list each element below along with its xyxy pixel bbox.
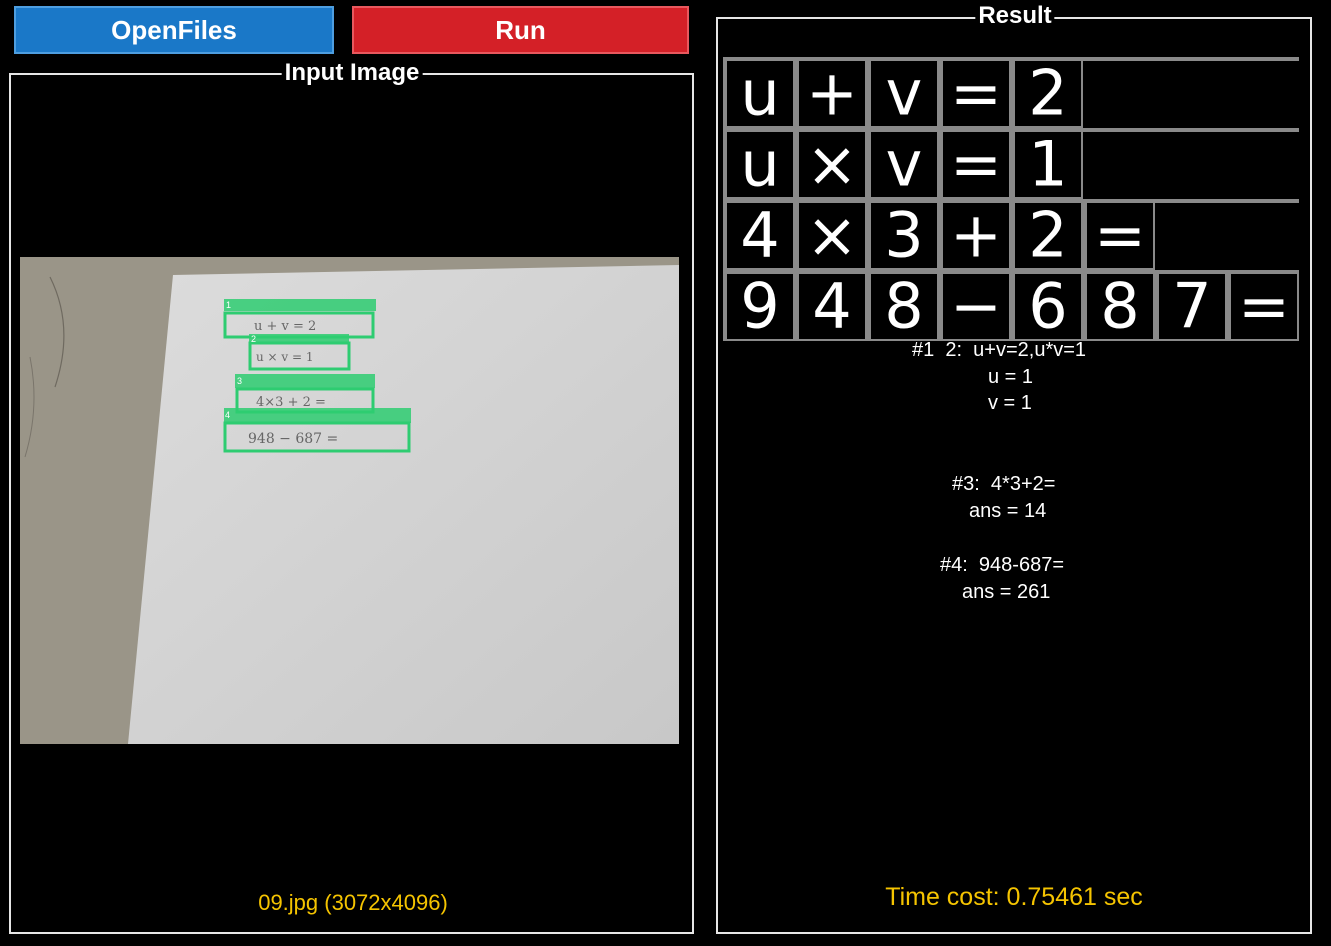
symbol-cell: = — [939, 57, 1011, 130]
detection-index-4: 4 — [225, 410, 230, 420]
open-files-button[interactable]: OpenFiles — [14, 6, 334, 54]
result-panel-title: Result — [975, 3, 1055, 29]
result-1-u: u = 1 — [988, 366, 1034, 388]
symbol-glyph: = — [950, 128, 1002, 201]
symbol-glyph: 8 — [884, 270, 923, 343]
result-4-answer: ans = 261 — [962, 581, 1051, 603]
symbol-cell: × — [795, 128, 867, 201]
symbol-cell: v — [867, 57, 939, 130]
symbol-glyph: 3 — [884, 199, 923, 272]
symbol-cell: + — [939, 199, 1011, 272]
symbol-cell: + — [795, 57, 867, 130]
photo-canvas: 1 u + v = 2 2 u × v = 1 3 4×3 + 2 = 4 94… — [20, 257, 679, 744]
symbol-glyph: v — [886, 57, 923, 130]
result-3-expression: #3: 4*3+2= — [952, 473, 1056, 495]
symbol-cell: 8 — [867, 270, 939, 343]
symbol-glyph: 2 — [1028, 57, 1067, 130]
symbol-cell: u — [723, 128, 795, 201]
result-4-expression: #4: 948-687= — [940, 554, 1064, 576]
detection-index-2: 2 — [251, 334, 256, 344]
symbol-glyph: = — [1094, 199, 1146, 272]
symbols-canvas: u + v = 2u × v = 14 × 3 +2 =9 4 8−6 8 7 = — [723, 57, 1299, 342]
symbol-glyph: = — [1238, 270, 1290, 343]
symbol-cell: − — [939, 270, 1011, 343]
result-3-answer: ans = 14 — [969, 500, 1047, 522]
detection-index-3: 3 — [237, 376, 242, 386]
symbol-cell: = — [1083, 199, 1155, 272]
detection-text-2: u × v = 1 — [256, 350, 314, 364]
symbol-cell: 2 — [1011, 199, 1083, 272]
symbol-glyph: 8 — [1100, 270, 1139, 343]
symbol-cell: 9 — [723, 270, 795, 343]
symbol-cell: 7 — [1155, 270, 1227, 343]
symbol-cell: u — [723, 57, 795, 130]
symbol-cell: = — [1227, 270, 1299, 343]
input-photo: 1 u + v = 2 2 u × v = 1 3 4×3 + 2 = 4 94… — [20, 257, 679, 744]
result-1-v: v = 1 — [988, 392, 1032, 414]
run-button[interactable]: Run — [352, 6, 689, 54]
symbol-cell: 4 — [795, 270, 867, 343]
symbol-glyph: − — [950, 270, 1002, 343]
grid-row-bottom — [723, 268, 1155, 270]
symbol-cell: 3 — [867, 199, 939, 272]
detection-text-4: 948 − 687 = — [248, 431, 338, 447]
time-cost-label: Time cost: 0.75461 sec — [885, 883, 1143, 911]
symbol-glyph: × — [806, 199, 858, 272]
symbol-cell: × — [795, 199, 867, 272]
detection-text-3: 4×3 + 2 = — [256, 395, 326, 410]
symbol-cell: = — [939, 128, 1011, 201]
symbol-glyph: 2 — [1028, 199, 1067, 272]
symbol-glyph: v — [886, 128, 923, 201]
symbol-glyph: 7 — [1172, 270, 1211, 343]
symbol-cell: 1 — [1011, 128, 1083, 201]
symbol-glyph: u — [740, 128, 779, 201]
symbol-cell: v — [867, 128, 939, 201]
symbol-cell: 8 — [1083, 270, 1155, 343]
symbol-glyph: = — [950, 57, 1002, 130]
symbol-glyph: 9 — [740, 270, 779, 343]
detection-index-1: 1 — [226, 300, 231, 310]
result-1-expression: #1 2: u+v=2,u*v=1 — [912, 339, 1087, 361]
symbol-glyph: 6 — [1028, 270, 1067, 343]
input-panel-title: Input Image — [281, 60, 423, 86]
symbol-glyph: + — [806, 57, 858, 130]
symbol-glyph: 4 — [812, 270, 851, 343]
symbol-cell: 2 — [1011, 57, 1083, 130]
symbol-glyph: × — [806, 128, 858, 201]
symbol-cell: 4 — [723, 199, 795, 272]
symbol-glyph: 1 — [1028, 128, 1067, 201]
detection-text-1: u + v = 2 — [254, 319, 316, 334]
symbol-cell: 6 — [1011, 270, 1083, 343]
symbol-glyph: + — [950, 199, 1002, 272]
symbol-glyph: u — [740, 57, 779, 130]
recognized-symbols-grid: u + v = 2 u × v = 1 4 × 3 +2 = 9 4 8−6 8 7 = — [723, 57, 1299, 342]
file-info-caption: 09.jpg (3072x4096) — [258, 890, 448, 915]
symbol-glyph: 4 — [740, 199, 779, 272]
